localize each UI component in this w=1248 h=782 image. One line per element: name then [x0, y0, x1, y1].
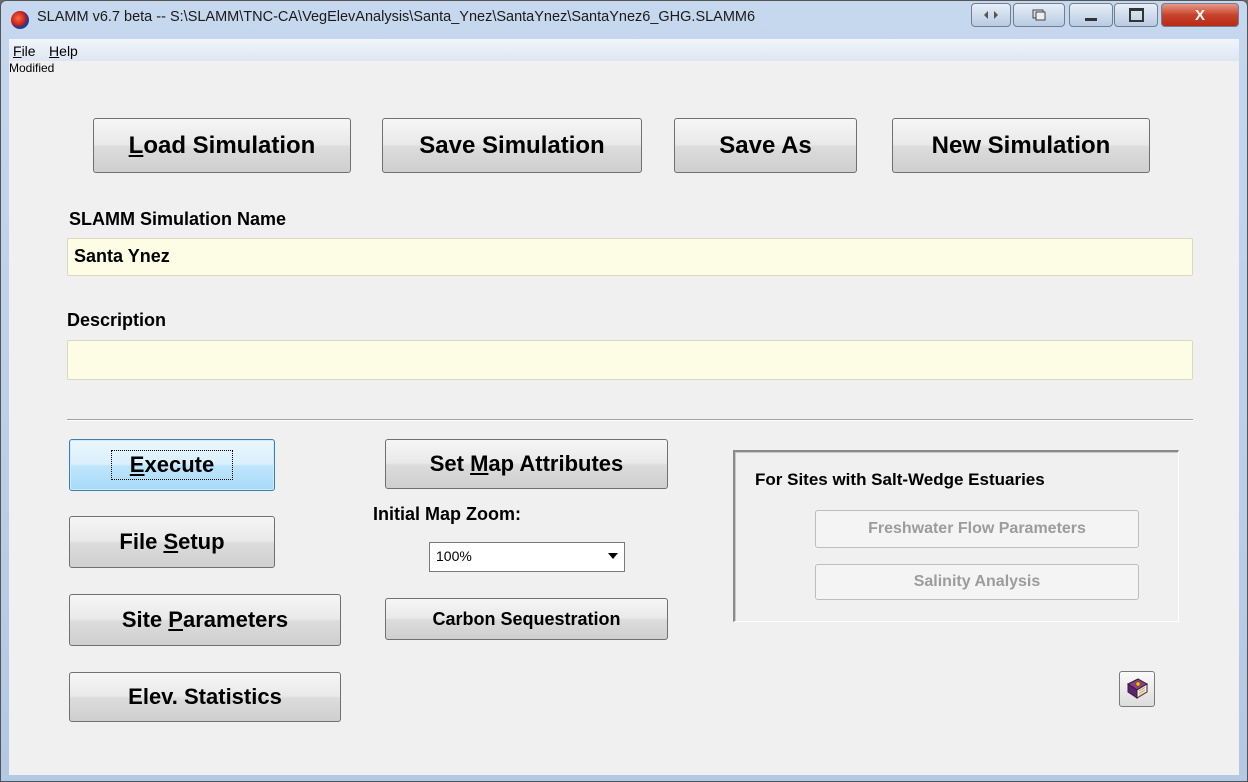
separator-line [67, 419, 1193, 421]
close-button[interactable]: X [1161, 3, 1239, 27]
estuary-title: For Sites with Salt-Wedge Estuaries [755, 470, 1045, 489]
estuary-group: For Sites with Salt-Wedge Estuaries Fres… [733, 450, 1179, 622]
elev-statistics-button[interactable]: Elev. Statistics [69, 672, 341, 722]
menu-help-mnemonic: H [49, 43, 60, 59]
zoom-select[interactable]: 100% [429, 542, 625, 572]
save-as-button[interactable]: Save As [674, 118, 857, 173]
execute-mnemonic: E [129, 452, 145, 477]
snap-icon[interactable] [1013, 3, 1065, 27]
freshwater-label: Freshwater Flow Parameters [868, 520, 1086, 537]
load-label: oad Simulation [143, 131, 316, 159]
set-map-label-a: Set [429, 451, 464, 476]
save-label: Save Simulation [419, 131, 605, 159]
load-simulation-button[interactable]: Load Simulation [93, 118, 351, 173]
file-setup-label-b: etup [178, 529, 225, 554]
execute-button[interactable]: Execute [69, 439, 275, 491]
carbon-sequestration-button[interactable]: Carbon Sequestration [385, 598, 668, 640]
set-map-attributes-button[interactable]: Set Map Attributes [385, 439, 668, 489]
maximize-icon [1128, 8, 1144, 22]
sim-name-label: SLAMM Simulation Name [69, 209, 287, 229]
description-field[interactable] [67, 340, 1193, 380]
restore-icon[interactable] [971, 3, 1011, 27]
chevron-down-icon [608, 553, 618, 559]
set-map-mnemonic: M [470, 451, 489, 476]
save-as-label: Save As [719, 131, 812, 159]
minimize-button[interactable] [1069, 3, 1113, 27]
zoom-value: 100% [436, 548, 472, 564]
help-book-icon[interactable] [1119, 671, 1155, 707]
freshwater-flow-button[interactable]: Freshwater Flow Parameters [815, 510, 1139, 548]
menu-help[interactable]: Help [45, 39, 83, 59]
window-title: SLAMM v6.7 beta -- S:\SLAMM\TNC-CA\VegEl… [37, 9, 756, 25]
save-simulation-button[interactable]: Save Simulation [382, 118, 642, 173]
menu-help-label: elp [59, 43, 78, 59]
carbon-label: Carbon Sequestration [432, 608, 621, 629]
site-parameters-button[interactable]: Site Parameters [69, 594, 341, 646]
status-modified: Modified [9, 61, 55, 75]
close-icon: X [1194, 6, 1205, 24]
file-setup-mnemonic: S [163, 529, 179, 554]
load-mnemonic: L [128, 131, 144, 159]
menu-file-mnemonic: F [13, 43, 22, 59]
site-params-label-a: Site [121, 607, 163, 632]
new-simulation-button[interactable]: New Simulation [892, 118, 1150, 173]
menu-file-label: ile [21, 43, 36, 59]
sim-name-field[interactable]: Santa Ynez [67, 238, 1193, 276]
salinity-analysis-button[interactable]: Salinity Analysis [815, 564, 1139, 600]
menu-bar: File Help [9, 39, 1239, 61]
site-params-label-b: arameters [182, 607, 289, 632]
new-label: New Simulation [931, 131, 1111, 159]
minimize-icon [1085, 17, 1097, 21]
set-map-label-b: ap Attributes [488, 451, 624, 476]
menu-file[interactable]: File [9, 39, 41, 59]
elev-stats-label: Elev. Statistics [128, 684, 282, 709]
focus-ring: Execute [110, 450, 234, 480]
file-setup-button[interactable]: File Setup [69, 516, 275, 568]
main-panel: Modified Load Simulation Save Simulation… [9, 61, 1239, 775]
title-bar[interactable]: SLAMM v6.7 beta -- S:\SLAMM\TNC-CA\VegEl… [1, 1, 1247, 39]
execute-label: xecute [144, 452, 215, 477]
maximize-button[interactable] [1114, 3, 1158, 27]
zoom-label: Initial Map Zoom: [373, 504, 521, 524]
app-window: SLAMM v6.7 beta -- S:\SLAMM\TNC-CA\VegEl… [0, 0, 1248, 782]
salinity-label: Salinity Analysis [913, 573, 1041, 590]
site-params-mnemonic: P [168, 607, 183, 632]
file-setup-label-a: File [119, 529, 158, 554]
description-label: Description [67, 310, 167, 330]
app-globe-icon [11, 11, 29, 29]
